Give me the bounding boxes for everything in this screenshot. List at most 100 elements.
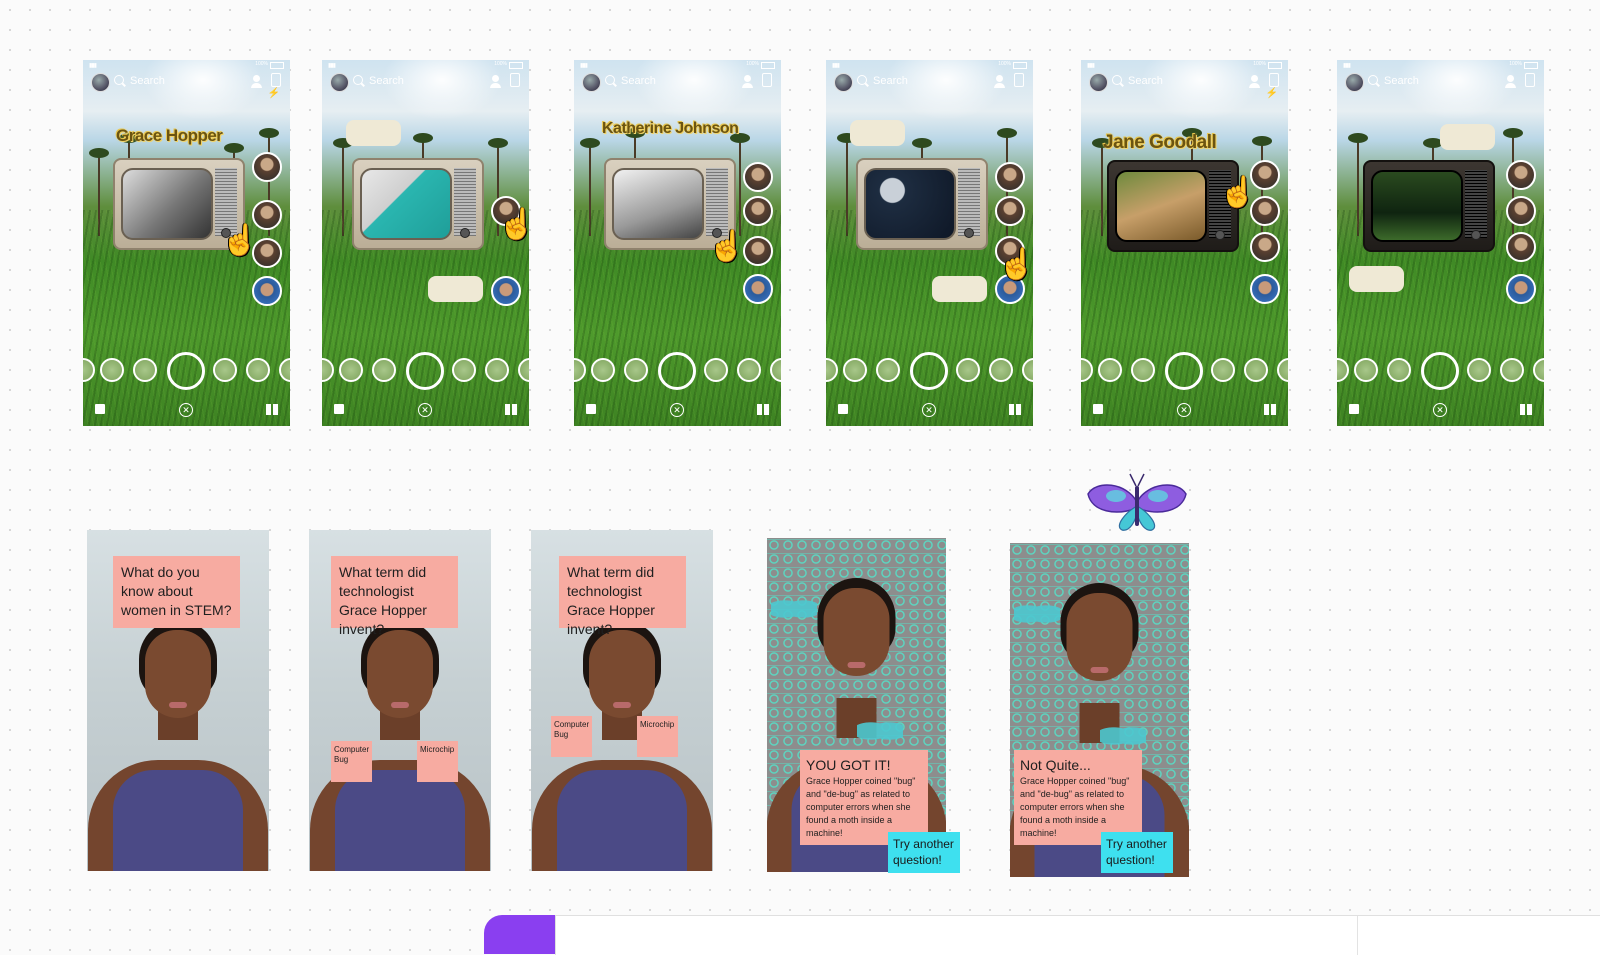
lens-item[interactable] [246,358,270,382]
profile-avatar[interactable] [1345,73,1364,92]
phone-frame-computer[interactable]: ▮▮▮ 100% Search ☝ ✕ [322,60,529,426]
search-label[interactable]: Search [1384,75,1419,87]
phone-frame-jane-goodall[interactable]: ▮▮▮ 100% Search ⚡ Jane Goodall ☝ ✕ [1081,60,1288,426]
lens-item[interactable] [1277,358,1288,382]
side-avatar[interactable] [743,162,773,192]
search-label[interactable]: Search [369,75,404,87]
phone-frame-forest[interactable]: ▮▮▮ 100% Search ✕ [1337,60,1544,426]
search-icon[interactable] [605,75,615,85]
flip-camera-icon[interactable] [271,73,281,87]
retro-tv[interactable] [856,158,988,250]
lens-item[interactable] [737,358,761,382]
lens-item[interactable] [213,358,237,382]
lens-item[interactable] [1022,358,1033,382]
lens-item[interactable] [100,358,124,382]
flash-icon[interactable]: ⚡ [268,88,280,99]
add-friend-icon[interactable] [994,75,1005,88]
side-avatar[interactable] [995,162,1025,192]
profile-avatar[interactable] [330,73,349,92]
add-friend-icon[interactable] [1249,75,1260,88]
lens-item[interactable] [876,358,900,382]
profile-avatar[interactable] [91,73,110,92]
lens-item[interactable] [843,358,867,382]
side-avatar[interactable] [1506,274,1536,304]
flip-camera-icon[interactable] [510,73,520,87]
quiz-card-question-alt[interactable]: What term did technologist Grace Hopper … [531,530,713,871]
lens-item[interactable] [372,358,396,382]
search-label[interactable]: Search [621,75,656,87]
lens-item[interactable] [574,358,586,382]
accent-tab[interactable] [484,915,560,954]
memories-icon[interactable] [838,404,848,414]
add-friend-icon[interactable] [1505,75,1516,88]
lens-item[interactable] [452,358,476,382]
close-icon[interactable]: ✕ [670,403,684,417]
capture-button[interactable] [1421,352,1459,390]
lens-carousel[interactable] [826,352,1033,390]
side-avatar[interactable] [1506,232,1536,262]
stories-icon[interactable] [757,404,769,415]
lens-carousel[interactable] [574,352,781,390]
memories-icon[interactable] [95,404,105,414]
answer-microchip[interactable]: Microchip [637,716,678,757]
lens-item[interactable] [704,358,728,382]
lens-item[interactable] [826,358,838,382]
lens-carousel[interactable] [1337,352,1544,390]
close-icon[interactable]: ✕ [1177,403,1191,417]
search-icon[interactable] [1112,75,1122,85]
lens-item[interactable] [1131,358,1155,382]
lens-item[interactable] [1500,358,1524,382]
flash-icon[interactable]: ⚡ [1266,88,1278,99]
lens-item[interactable] [83,358,95,382]
try-another-question-button[interactable]: Try another question! [1101,832,1173,873]
add-friend-icon[interactable] [742,75,753,88]
capture-button[interactable] [167,352,205,390]
lens-item[interactable] [624,358,648,382]
lens-item[interactable] [770,358,781,382]
close-icon[interactable]: ✕ [922,403,936,417]
phone-frame-katherine-johnson[interactable]: ▮▮▮ 100% Search Katherine Johnson ☝ ✕ [574,60,781,426]
lens-item[interactable] [279,358,290,382]
side-avatar[interactable] [491,276,521,306]
capture-button[interactable] [1165,352,1203,390]
answer-computer-bug[interactable]: Computer Bug [331,741,372,782]
search-label[interactable]: Search [873,75,908,87]
flip-camera-icon[interactable] [762,73,772,87]
stories-icon[interactable] [1264,404,1276,415]
profile-avatar[interactable] [582,73,601,92]
lens-item[interactable] [591,358,615,382]
lens-item[interactable] [1467,358,1491,382]
lens-item[interactable] [485,358,509,382]
quiz-card-question[interactable]: What term did technologist Grace Hopper … [309,530,491,871]
add-friend-icon[interactable] [490,75,501,88]
capture-button[interactable] [406,352,444,390]
stories-icon[interactable] [1009,404,1021,415]
lens-item[interactable] [1081,358,1093,382]
capture-button[interactable] [658,352,696,390]
close-icon[interactable]: ✕ [1433,403,1447,417]
side-avatar[interactable] [1250,274,1280,304]
lens-item[interactable] [989,358,1013,382]
profile-avatar[interactable] [1089,73,1108,92]
capture-button[interactable] [910,352,948,390]
search-icon[interactable] [114,75,124,85]
flip-camera-icon[interactable] [1525,73,1535,87]
side-avatar[interactable] [743,274,773,304]
lens-carousel[interactable] [322,352,529,390]
side-avatar[interactable] [743,236,773,266]
lens-item[interactable] [339,358,363,382]
search-icon[interactable] [353,75,363,85]
try-another-question-button[interactable]: Try another question! [888,832,960,873]
side-avatar[interactable] [1506,160,1536,190]
side-avatar[interactable] [1506,196,1536,226]
lens-item[interactable] [322,358,334,382]
add-friend-icon[interactable] [251,75,262,88]
answer-computer-bug[interactable]: Computer Bug [551,716,592,757]
lens-item[interactable] [1337,358,1349,382]
phone-frame-grace-hopper[interactable]: ▮▮▮ 100% Search ⚡ Grace Hopper ☝ ✕ [83,60,290,426]
lens-item[interactable] [1244,358,1268,382]
flip-camera-icon[interactable] [1014,73,1024,87]
side-avatar[interactable] [743,196,773,226]
profile-avatar[interactable] [834,73,853,92]
memories-icon[interactable] [334,404,344,414]
